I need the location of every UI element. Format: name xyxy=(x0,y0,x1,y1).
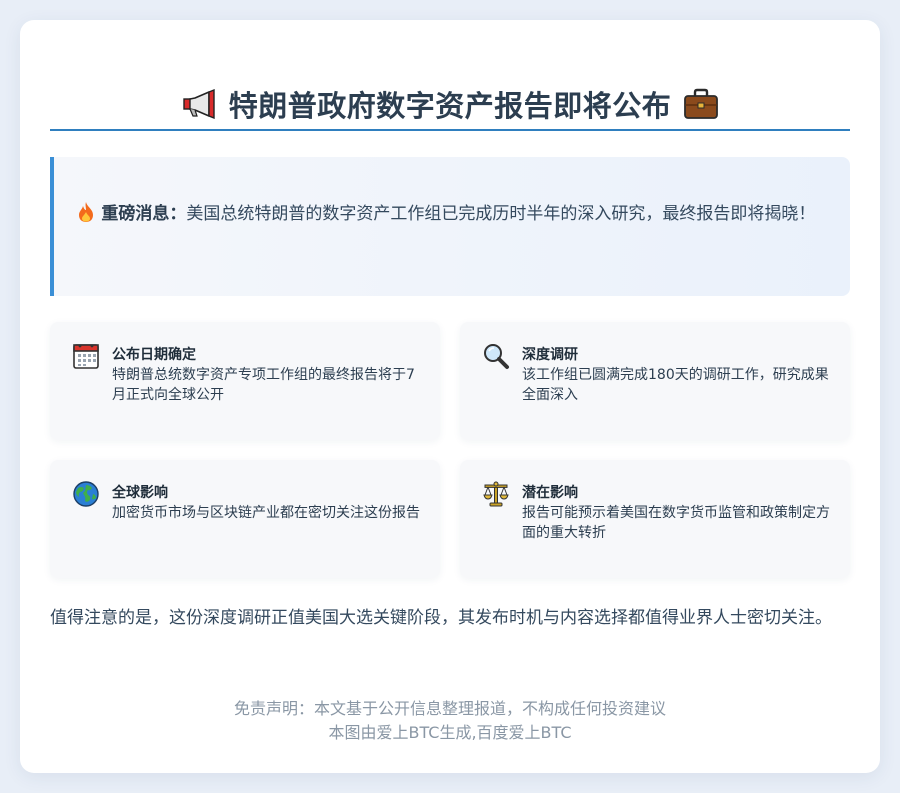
card-title: 潜在影响 xyxy=(522,485,578,501)
title-row: 特朗普政府数字资产报告即将公布 xyxy=(50,78,850,130)
credit-text: 本图由爱上BTC生成,百度爱上BTC xyxy=(328,723,572,742)
globe-icon xyxy=(73,481,99,507)
alert-label: 重磅消息： xyxy=(101,204,187,224)
disclaimer-text: 免责声明：本文基于公开信息整理报道，不构成任何投资建议 xyxy=(233,699,666,718)
card-release-date: 公布日期确定 特朗普总统数字资产专项工作组的最终报告将于7月正式向全球公开 xyxy=(50,322,440,440)
card-title: 全球影响 xyxy=(112,485,168,501)
calendar-icon xyxy=(73,344,99,369)
card-desc: 报告可能预示着美国在数字货币监管和政策制定方面的重大转折 xyxy=(522,505,830,541)
report-card: 特朗普政府数字资产报告即将公布 重磅消息：美国总统特朗普的数字资产工作组已完成历… xyxy=(20,20,880,773)
card-potential-impact: 潜在影响 报告可能预示着美国在数字货币监管和政策制定方面的重大转折 xyxy=(460,460,850,578)
card-desc: 该工作组已圆满完成180天的调研工作，研究成果全面深入 xyxy=(522,367,829,403)
alert-box: 重磅消息：美国总统特朗普的数字资产工作组已完成历时半年的深入研究，最终报告即将揭… xyxy=(50,157,850,296)
page-title: 特朗普政府数字资产报告即将公布 xyxy=(228,89,672,123)
card-global-impact: 全球影响 加密货币市场与区块链产业都在密切关注这份报告 xyxy=(50,460,440,578)
note-paragraph: 值得注意的是，这份深度调研正值美国大选关键阶段，其发布时机与内容选择都值得业界人… xyxy=(50,608,832,628)
title-divider xyxy=(50,129,850,131)
megaphone-icon xyxy=(183,89,215,119)
card-title: 深度调研 xyxy=(522,347,578,363)
scales-icon xyxy=(483,481,509,507)
footer: 免责声明：本文基于公开信息整理报道，不构成任何投资建议 本图由爱上BTC生成,百… xyxy=(50,697,850,745)
briefcase-icon xyxy=(684,88,719,119)
card-desc: 加密货币市场与区块链产业都在密切关注这份报告 xyxy=(112,505,420,521)
card-research: 深度调研 该工作组已圆满完成180天的调研工作，研究成果全面深入 xyxy=(460,322,850,440)
magnifier-icon xyxy=(484,344,509,369)
card-title: 公布日期确定 xyxy=(112,347,196,363)
card-desc: 特朗普总统数字资产专项工作组的最终报告将于7月正式向全球公开 xyxy=(112,367,415,403)
alert-text: 美国总统特朗普的数字资产工作组已完成历时半年的深入研究，最终报告即将揭晓！ xyxy=(186,204,816,224)
fire-icon xyxy=(79,202,93,222)
